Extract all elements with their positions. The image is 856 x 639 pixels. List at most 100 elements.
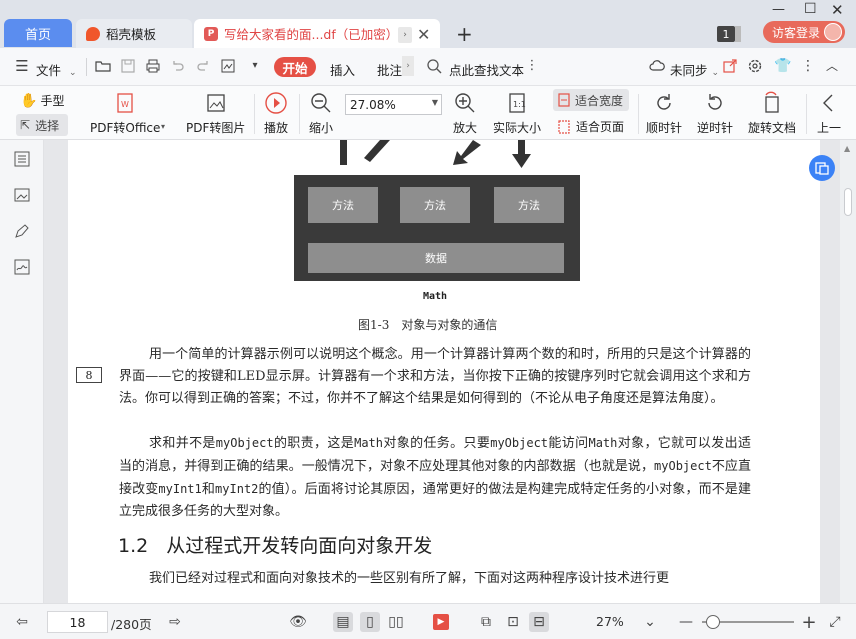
paragraph: 我们已经对过程式和面向对象技术的一些区别有所了解，下面对这两种程序设计技术进行更 <box>119 568 751 590</box>
save-icon[interactable] <box>120 58 136 74</box>
close-tab-icon[interactable]: ✕ <box>417 25 430 44</box>
diagram-data-box: 数据 <box>308 243 564 273</box>
close-window-icon[interactable]: ✕ <box>831 1 844 19</box>
diagram-arrows <box>340 140 531 168</box>
zoom-out-button[interactable]: 缩小 <box>309 91 333 136</box>
actual-size-icon[interactable]: ⧉ <box>476 612 496 632</box>
floating-convert-button[interactable] <box>809 155 835 181</box>
menu-annotate[interactable]: 批注 <box>377 60 402 79</box>
share-icon[interactable] <box>722 58 738 74</box>
rotate-document-label: 旋转文档 <box>748 121 797 135</box>
page-number-box: 8 <box>76 367 102 383</box>
section-heading: 1.2 从过程式开发转向面向对象开发 <box>118 531 432 558</box>
outline-list-icon[interactable] <box>13 150 31 168</box>
redo-icon[interactable] <box>195 58 211 74</box>
toolbar-divider <box>806 94 807 134</box>
cursor-arrow-icon: ⇱ <box>20 118 31 132</box>
fit-width-icon[interactable]: ⊟ <box>529 612 549 632</box>
avatar <box>824 23 842 41</box>
skin-icon[interactable]: 👕 <box>774 58 791 74</box>
tab-daoke-template[interactable]: 稻壳模板 <box>76 19 192 48</box>
collapse-ribbon-icon[interactable]: ︿ <box>824 58 840 74</box>
menu-start[interactable]: 开始 <box>274 57 316 77</box>
zoom-slider-knob[interactable] <box>706 615 720 629</box>
fullscreen-icon[interactable]: ⤢ <box>825 612 845 632</box>
eye-protection-icon[interactable]: 👁 <box>288 612 308 632</box>
menu-file-label: 文件 <box>36 63 62 78</box>
pdf-to-image-label: PDF转图片 <box>186 121 246 135</box>
text-span: 的职责，这是 <box>273 436 355 451</box>
maximize-icon[interactable]: ☐ <box>804 1 817 17</box>
fit-page-icon[interactable]: ⊡ <box>503 612 523 632</box>
more-options-icon[interactable]: ⋮ <box>524 58 540 74</box>
previous-page-button[interactable]: 上一 <box>817 91 841 136</box>
actual-size-button[interactable]: 1:1 实际大小 <box>493 91 541 136</box>
signature-icon[interactable] <box>13 258 31 276</box>
zoom-in-icon[interactable]: + <box>799 612 819 633</box>
previous-page-icon[interactable]: ⇦ <box>12 612 32 632</box>
document-viewport[interactable]: 方法 方法 方法 数据 Math 图1-3 对象与对象的通信 8 用一个简单的计… <box>44 140 840 603</box>
pdf-to-image-button[interactable]: PDF转图片 <box>186 91 245 136</box>
scroll-up-icon[interactable]: ▲ <box>844 144 850 153</box>
hamburger-menu-icon[interactable]: ☰ <box>14 58 30 74</box>
export-image-icon[interactable] <box>220 58 236 74</box>
select-tool[interactable]: ⇱ 选择 <box>16 114 68 136</box>
annotation-pen-icon[interactable] <box>13 222 31 240</box>
menu-file[interactable]: 文件 ⌄ <box>36 60 77 79</box>
thumbnail-image-icon[interactable] <box>13 186 31 204</box>
figure-caption: 图1-3 对象与对象的通信 <box>358 318 498 332</box>
play-button[interactable]: 播放 <box>264 91 288 136</box>
cloud-sync-icon[interactable] <box>649 58 665 74</box>
play-slideshow-icon[interactable]: ▶ <box>431 612 451 632</box>
search-icon[interactable] <box>426 58 442 74</box>
rotate-counterclockwise-button[interactable]: 逆时针 <box>697 91 733 136</box>
rotate-clockwise-button[interactable]: 顺时针 <box>646 91 682 136</box>
open-folder-icon[interactable] <box>95 58 111 74</box>
hand-tool-label: 手型 <box>40 94 65 108</box>
diagram-object-name: Math <box>423 291 448 302</box>
tab-pdf-label: 写给大家看的面...df（已加密） <box>224 27 399 42</box>
toolbar-divider <box>299 94 300 134</box>
zoom-dropdown-icon[interactable]: ⌄ <box>640 612 660 632</box>
menu-more-arrow-icon[interactable]: › <box>402 56 414 76</box>
vertical-scrollbar[interactable]: ▲ <box>840 140 856 603</box>
convert-icon <box>815 162 829 175</box>
tab-home[interactable]: 首页 <box>4 19 72 47</box>
paragraph-text: 求和并不是myObject的职责，这是Math对象的任务。只要myObject能… <box>119 432 751 523</box>
pdf-to-office-dropdown-icon[interactable]: ▾ <box>161 122 165 131</box>
menu-divider <box>86 58 87 76</box>
undo-icon[interactable] <box>170 58 186 74</box>
search-text-field[interactable]: 点此查找文本 <box>449 60 524 79</box>
code-span: myObject <box>654 459 712 473</box>
current-page-input[interactable]: 18 <box>47 611 108 633</box>
next-page-icon[interactable]: ⇨ <box>165 612 185 632</box>
single-page-icon[interactable]: ▯ <box>360 612 380 632</box>
sync-status[interactable]: 未同步 ⌄ <box>670 60 719 79</box>
ribbon-toolbar: ✋ 手型 ⇱ 选择 W PDF转Office ▾ PDF转图片 播放 缩小 27… <box>0 86 856 140</box>
continuous-scroll-icon[interactable]: ▤ <box>333 612 353 632</box>
quick-access-dropdown-icon[interactable]: ▾ <box>247 58 263 74</box>
login-button[interactable]: 访客登录 <box>763 21 845 43</box>
zoom-out-icon[interactable]: — <box>676 612 696 632</box>
window-count-badge[interactable]: 1 <box>717 26 741 42</box>
minimize-icon[interactable]: — <box>772 2 785 17</box>
scrollbar-thumb[interactable] <box>844 188 852 216</box>
hand-tool[interactable]: ✋ 手型 <box>20 92 64 109</box>
zoom-percentage[interactable]: 27% <box>596 614 624 629</box>
settings-gear-icon[interactable] <box>747 58 763 74</box>
fit-width-button[interactable]: 适合宽度 <box>553 89 629 111</box>
rotate-document-button[interactable]: 旋转文档 <box>748 91 796 136</box>
tab-scroll-icon[interactable]: › <box>398 27 412 43</box>
fit-page-button[interactable]: 适合页面 <box>557 118 624 135</box>
zoom-select[interactable]: 27.08% ▼ <box>345 94 442 115</box>
play-icon <box>265 92 287 114</box>
menu-insert[interactable]: 插入 <box>330 60 355 79</box>
section-number: 1.2 <box>118 535 149 557</box>
new-tab-icon[interactable]: + <box>456 22 473 46</box>
print-icon[interactable] <box>145 58 161 74</box>
zoom-in-button[interactable]: 放大 <box>453 91 477 136</box>
two-page-icon[interactable]: ▯▯ <box>386 612 406 632</box>
pdf-to-office-button[interactable]: W PDF转Office <box>90 91 160 136</box>
rotate-counterclockwise-icon <box>708 94 722 110</box>
more-menu-icon[interactable]: ⋮ <box>800 58 816 74</box>
